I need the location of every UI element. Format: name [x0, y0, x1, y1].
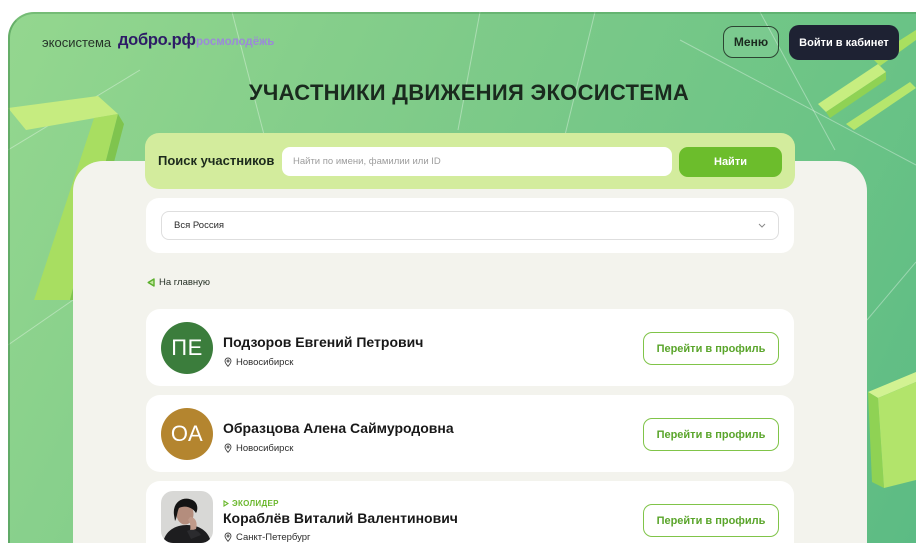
logo-dobro-rf: добро.рф — [118, 31, 196, 49]
participant-city-label: Новосибирск — [236, 442, 294, 454]
triangle-left-icon — [147, 277, 155, 287]
avatar: ПЕ — [161, 322, 213, 374]
avatar-photo-image — [161, 491, 213, 543]
background-line — [457, 12, 481, 131]
region-select-value: Вся Россия — [174, 220, 225, 231]
logo-rosmolodezh: росмолодёжь — [196, 36, 275, 48]
triangle-shape — [147, 277, 155, 287]
participant-card: ОА Образцова Алена Саймуродовна Новосиби… — [146, 395, 794, 472]
participant-city: Санкт-Петербург — [224, 531, 311, 543]
search-bar: Поиск участников Найти — [145, 133, 795, 189]
ecoleader-badge: ЭКОЛИДЕР — [223, 498, 279, 508]
avatar-photo — [161, 491, 213, 543]
search-label: Поиск участников — [158, 153, 275, 168]
decor-shape-face — [878, 382, 916, 488]
region-select[interactable]: Вся Россия — [161, 211, 779, 240]
badge-label: ЭКОЛИДЕР — [232, 498, 279, 508]
location-pin-icon — [224, 443, 232, 453]
participant-name: Кораблёв Виталий Валентинович — [223, 510, 458, 526]
region-filter-card: Вся Россия — [146, 198, 794, 253]
participant-city: Новосибирск — [224, 356, 293, 368]
pin-dot — [226, 534, 230, 538]
search-input[interactable] — [282, 147, 672, 176]
participant-name: Образцова Алена Саймуродовна — [223, 420, 454, 436]
triangle-shape — [223, 499, 229, 507]
back-link-label: На главную — [159, 276, 211, 288]
triangle-right-icon — [223, 499, 229, 507]
pin-dot — [226, 359, 230, 363]
participant-city: Новосибирск — [224, 442, 293, 454]
background-line — [866, 261, 916, 321]
participant-card: ЭКОЛИДЕР Кораблёв Виталий Валентинович С… — [146, 481, 794, 543]
location-pin-icon — [224, 357, 232, 367]
decor-shape-bottom-right — [868, 372, 916, 488]
open-profile-button[interactable]: Перейти в профиль — [643, 504, 779, 537]
background-line — [564, 12, 596, 136]
background-line — [8, 299, 74, 346]
participant-city-label: Санкт-Петербург — [236, 531, 311, 543]
menu-button[interactable]: Меню — [723, 26, 779, 58]
participant-name: Подзоров Евгений Петрович — [223, 334, 424, 350]
participant-city-label: Новосибирск — [236, 356, 294, 368]
page-title: УЧАСТНИКИ ДВИЖЕНИЯ ЭКОСИСТЕМА — [248, 80, 690, 105]
pin-dot — [226, 445, 230, 449]
location-pin-icon — [224, 532, 232, 542]
logo-ekosistema: экосистема — [42, 35, 112, 50]
search-button[interactable]: Найти — [679, 147, 782, 177]
participant-card: ПЕ Подзоров Евгений Петрович Новосибирск… — [146, 309, 794, 386]
open-profile-button[interactable]: Перейти в профиль — [643, 418, 779, 451]
login-button[interactable]: Войти в кабинет — [789, 25, 899, 60]
back-link[interactable]: На главную — [147, 276, 210, 288]
open-profile-button[interactable]: Перейти в профиль — [643, 332, 779, 365]
chevron-stroke — [758, 223, 766, 228]
chevron-down-icon — [758, 223, 766, 228]
avatar: ОА — [161, 408, 213, 460]
